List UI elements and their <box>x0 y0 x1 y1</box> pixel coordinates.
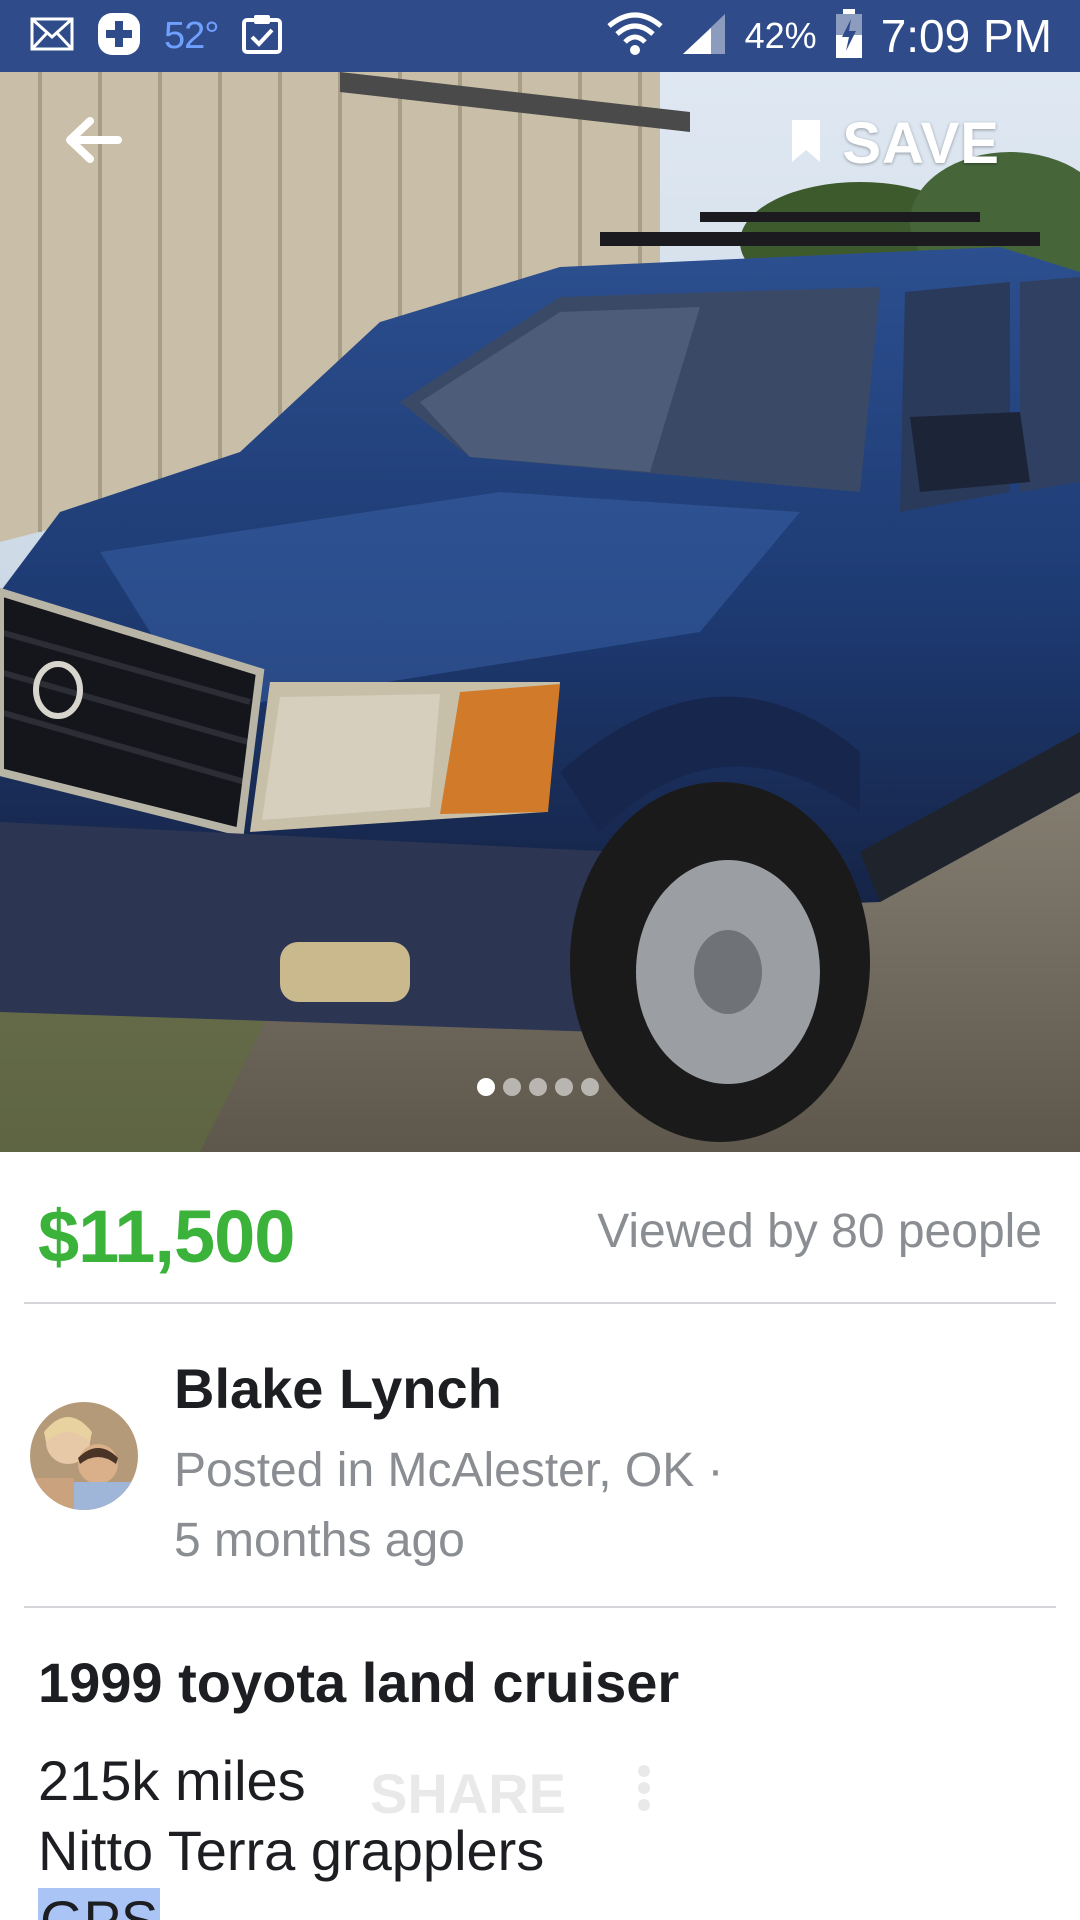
back-button[interactable] <box>58 112 128 172</box>
photo-pager <box>0 1078 1080 1096</box>
view-count: Viewed by 80 people <box>597 1205 1042 1258</box>
save-label: SAVE <box>842 110 1000 176</box>
bookmark-icon <box>790 118 822 169</box>
pager-dot[interactable] <box>581 1078 599 1096</box>
description-line-selected[interactable]: GPS <box>38 1888 161 1920</box>
listing-photo[interactable] <box>0 72 1080 1152</box>
battery-percent: 42% <box>744 15 817 56</box>
listing-details: 1999 toyota land cruiser 215k miles Nitt… <box>0 1610 1080 1920</box>
temperature: 52° <box>164 14 219 57</box>
posted-time: 5 months ago <box>174 1514 465 1567</box>
description-line: 215k miles <box>38 1749 306 1812</box>
photo-toolbar: SAVE <box>0 72 1080 212</box>
signal-icon <box>681 12 727 61</box>
divider <box>24 1302 1056 1304</box>
divider <box>24 1606 1056 1608</box>
status-bar: 52° 42% 7:09 PM <box>0 0 1080 72</box>
listing-title: 1999 toyota land cruiser <box>38 1651 680 1714</box>
arrow-left-icon <box>64 116 122 168</box>
clock: 7:09 PM <box>880 10 1052 62</box>
pager-dot[interactable] <box>503 1078 521 1096</box>
pager-dot[interactable] <box>529 1078 547 1096</box>
wifi-icon <box>607 12 663 61</box>
mail-icon <box>30 17 74 56</box>
plus-circle-icon <box>96 11 142 62</box>
price-row: $11,500 Viewed by 80 people <box>0 1152 1080 1304</box>
status-bar-left: 52° <box>30 0 284 72</box>
seller-name[interactable]: Blake Lynch <box>174 1356 502 1421</box>
pager-dot[interactable] <box>555 1078 573 1096</box>
listing-price: $11,500 <box>38 1195 295 1278</box>
seller-meta: Posted in McAlester, OK · 5 months ago <box>174 1436 1014 1576</box>
seller-location: Posted in McAlester, OK · <box>174 1444 724 1497</box>
status-bar-right: 42% 7:09 PM <box>607 0 1052 72</box>
pager-dot[interactable] <box>477 1078 495 1096</box>
clipboard-check-icon <box>240 12 284 61</box>
seller-avatar[interactable] <box>30 1402 138 1510</box>
seller-section: Blake Lynch Posted in McAlester, OK · 5 … <box>0 1306 1080 1606</box>
save-button[interactable]: SAVE <box>790 110 1000 176</box>
description-line: Nitto Terra grapplers <box>38 1819 545 1882</box>
battery-charging-icon <box>835 8 863 64</box>
